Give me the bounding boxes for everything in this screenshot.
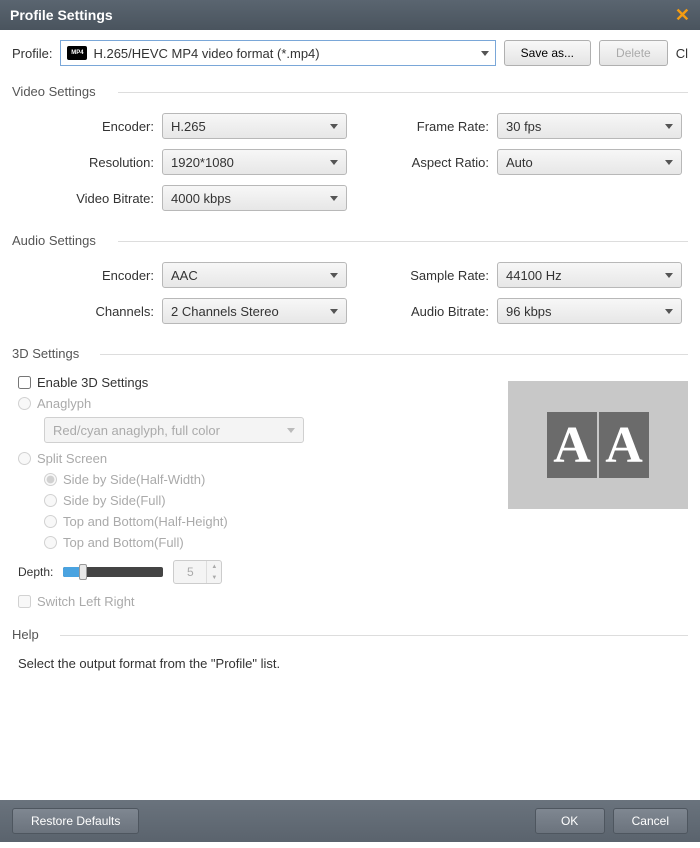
channels-label: Channels: (12, 304, 162, 319)
aspect-ratio-label: Aspect Ratio: (397, 155, 497, 170)
resolution-select[interactable]: 1920*1080 (162, 149, 347, 175)
sbs-half-radio (44, 473, 57, 486)
anaglyph-radio (18, 397, 31, 410)
depth-slider[interactable] (63, 567, 163, 577)
depth-spinner: 5 ▲ ▼ (173, 560, 222, 584)
audio-encoder-select[interactable]: AAC (162, 262, 347, 288)
help-text: Select the output format from the "Profi… (18, 656, 688, 671)
spinner-up-icon: ▲ (207, 561, 221, 572)
frame-rate-select[interactable]: 30 fps (497, 113, 682, 139)
profile-dropdown[interactable]: MP4 H.265/HEVC MP4 video format (*.mp4) (60, 40, 495, 66)
audio-encoder-label: Encoder: (12, 268, 162, 283)
sbs-full-radio (44, 494, 57, 507)
chevron-down-icon (665, 309, 673, 314)
enable-3d-checkbox[interactable] (18, 376, 31, 389)
profile-label: Profile: (12, 46, 52, 61)
frame-rate-label: Frame Rate: (397, 119, 497, 134)
preview-right-icon: A (599, 412, 649, 478)
tb-half-radio (44, 515, 57, 528)
split-screen-label: Split Screen (37, 451, 107, 466)
audio-bitrate-label: Audio Bitrate: (397, 304, 497, 319)
video-settings-grid: Encoder: H.265 Frame Rate: 30 fps Resolu… (12, 113, 688, 211)
help-heading: Help (12, 627, 688, 642)
chevron-down-icon (330, 273, 338, 278)
save-as-button[interactable]: Save as... (504, 40, 591, 66)
switch-lr-checkbox (18, 595, 31, 608)
video-bitrate-label: Video Bitrate: (12, 191, 162, 206)
switch-lr-row: Switch Left Right (18, 594, 688, 609)
depth-label: Depth: (18, 565, 53, 579)
anaglyph-label: Anaglyph (37, 396, 91, 411)
depth-row: Depth: 5 ▲ ▼ (18, 560, 688, 584)
chevron-down-icon (665, 124, 673, 129)
switch-lr-label: Switch Left Right (37, 594, 135, 609)
threed-preview: A A (508, 381, 688, 509)
aspect-ratio-select[interactable]: Auto (497, 149, 682, 175)
threed-block: A A Enable 3D Settings Anaglyph Red/cyan… (12, 375, 688, 609)
chevron-down-icon (665, 273, 673, 278)
threed-settings-heading: 3D Settings (12, 346, 688, 361)
restore-defaults-button[interactable]: Restore Defaults (12, 808, 139, 834)
preview-left-icon: A (547, 412, 597, 478)
chevron-down-icon (330, 196, 338, 201)
video-encoder-label: Encoder: (12, 119, 162, 134)
chevron-down-icon (287, 428, 295, 433)
depth-value: 5 (174, 561, 206, 583)
video-bitrate-select[interactable]: 4000 kbps (162, 185, 347, 211)
cancel-button[interactable]: Cancel (613, 808, 688, 834)
audio-settings-heading: Audio Settings (12, 233, 688, 248)
video-settings-heading: Video Settings (12, 84, 688, 99)
chevron-down-icon (330, 160, 338, 165)
title-bar: Profile Settings ✕ (0, 0, 700, 30)
profile-row: Profile: MP4 H.265/HEVC MP4 video format… (12, 40, 688, 66)
tb-half-row: Top and Bottom(Half-Height) (44, 514, 688, 529)
spinner-down-icon: ▼ (207, 572, 221, 583)
close-icon[interactable]: ✕ (675, 5, 690, 26)
split-screen-radio (18, 452, 31, 465)
tb-full-radio (44, 536, 57, 549)
audio-bitrate-select[interactable]: 96 kbps (497, 298, 682, 324)
chevron-down-icon (330, 124, 338, 129)
anaglyph-type-select: Red/cyan anaglyph, full color (44, 417, 304, 443)
profile-value: H.265/HEVC MP4 video format (*.mp4) (93, 46, 480, 61)
window-title: Profile Settings (10, 7, 675, 23)
chevron-down-icon (665, 160, 673, 165)
ok-button[interactable]: OK (535, 808, 605, 834)
tb-full-row: Top and Bottom(Full) (44, 535, 688, 550)
sample-rate-select[interactable]: 44100 Hz (497, 262, 682, 288)
mp4-icon: MP4 (67, 46, 87, 60)
channels-select[interactable]: 2 Channels Stereo (162, 298, 347, 324)
clipped-text: Cl (676, 46, 688, 61)
slider-thumb[interactable] (79, 564, 87, 580)
content-area: Profile: MP4 H.265/HEVC MP4 video format… (0, 30, 700, 800)
footer-bar: Restore Defaults OK Cancel (0, 800, 700, 842)
chevron-down-icon (481, 51, 489, 56)
audio-settings-grid: Encoder: AAC Sample Rate: 44100 Hz Chann… (12, 262, 688, 324)
chevron-down-icon (330, 309, 338, 314)
enable-3d-label: Enable 3D Settings (37, 375, 148, 390)
delete-button[interactable]: Delete (599, 40, 668, 66)
resolution-label: Resolution: (12, 155, 162, 170)
sample-rate-label: Sample Rate: (397, 268, 497, 283)
video-encoder-select[interactable]: H.265 (162, 113, 347, 139)
